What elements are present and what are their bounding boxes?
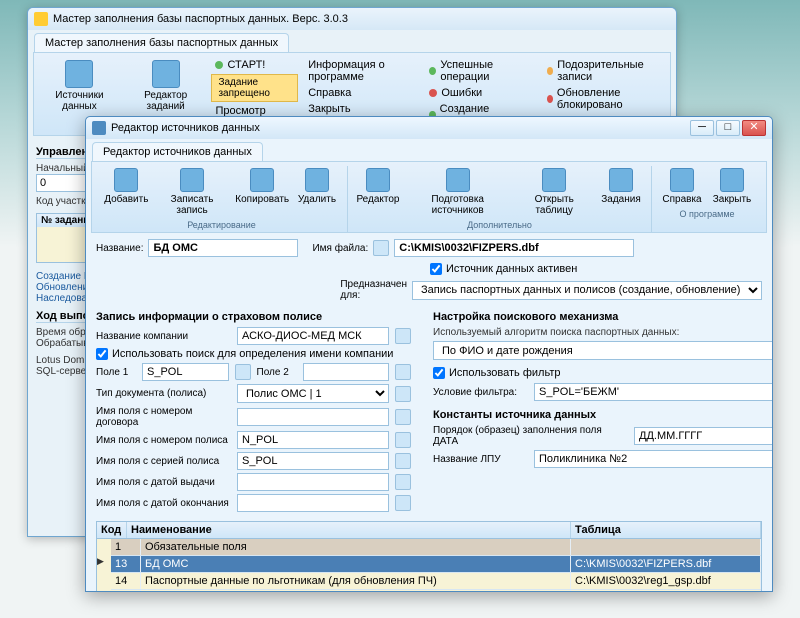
- table-row[interactable]: 14Паспортные данные по льготникам (для о…: [111, 573, 761, 590]
- ribbon-icon: [305, 168, 329, 192]
- log-update-blocked[interactable]: Обновление блокировано: [543, 86, 665, 112]
- company-input[interactable]: [237, 327, 389, 345]
- field-lookup-icon[interactable]: [395, 409, 411, 425]
- ribbon-icon: [609, 168, 633, 192]
- use-filter-checkbox[interactable]: Использовать фильтр: [433, 367, 772, 379]
- date-format-input[interactable]: [634, 427, 772, 445]
- win1-title-text: Мастер заполнения базы паспортных данных…: [53, 13, 348, 25]
- field2-icon[interactable]: [395, 364, 411, 380]
- field-input[interactable]: [237, 494, 389, 512]
- start-button[interactable]: СТАРТ!: [211, 58, 298, 72]
- table-row[interactable]: 13БД ОМСC:\KMIS\0032\FIZPERS.dbf: [111, 556, 761, 573]
- field-lookup-icon[interactable]: [395, 495, 411, 511]
- app-icon: [34, 12, 48, 26]
- active-checkbox[interactable]: Источник данных активен: [430, 263, 577, 275]
- ribbon-Редактор[interactable]: Редактор: [354, 166, 402, 218]
- ribbon-icon: [542, 168, 566, 192]
- filter-input[interactable]: [534, 383, 772, 401]
- field1-icon[interactable]: [235, 364, 251, 380]
- editor-ribbon: ДобавитьЗаписать записьКопироватьУдалить…: [91, 161, 767, 233]
- field-lookup-icon[interactable]: [395, 432, 411, 448]
- win2-titlebar[interactable]: Редактор источников данных ─ □ ✕: [86, 117, 772, 139]
- close-window-button[interactable]: ✕: [742, 120, 766, 136]
- field1-input[interactable]: [142, 363, 229, 381]
- win1-tab[interactable]: Мастер заполнения базы паспортных данных: [34, 33, 289, 52]
- ribbon-icon: [180, 168, 204, 192]
- ribbon-icon: [366, 168, 390, 192]
- ribbon-icon: [670, 168, 694, 192]
- table-row[interactable]: 1Обязательные поля: [111, 539, 761, 556]
- table-row[interactable]: 15Информация о документе льготыC:\KMIS\0…: [111, 590, 761, 591]
- purpose-select[interactable]: Запись паспортных данных и полисов (созд…: [412, 281, 762, 300]
- use-search-checkbox[interactable]: Использовать поиск для определения имени…: [96, 348, 411, 360]
- close-button[interactable]: Закрыть: [304, 102, 419, 116]
- algo-select[interactable]: По ФИО и дате рождения: [433, 341, 772, 360]
- field-input[interactable]: [237, 408, 389, 426]
- ribbon-Закрыть[interactable]: Закрыть: [708, 166, 756, 207]
- field-input[interactable]: [237, 431, 389, 449]
- source-name-input[interactable]: [148, 239, 298, 257]
- company-lookup-icon[interactable]: [395, 328, 411, 344]
- about-button[interactable]: Информация о программе: [304, 58, 419, 84]
- field-lookup-icon[interactable]: [395, 474, 411, 490]
- ribbon-icon: [446, 168, 470, 192]
- log-errors[interactable]: Ошибки: [425, 86, 536, 100]
- editor-icon: [92, 121, 106, 135]
- log-success[interactable]: Успешные операции: [425, 58, 536, 84]
- ribbon-Задания[interactable]: Задания: [597, 166, 645, 218]
- file-path-input[interactable]: [394, 239, 634, 257]
- sources-grid[interactable]: Код Наименование Таблица 1Обязательные п…: [96, 521, 762, 591]
- ribbon-Подготовка[interactable]: Подготовка источников: [404, 166, 511, 218]
- minimize-button[interactable]: ─: [690, 120, 714, 136]
- task-editor-button[interactable]: Редактор заданий: [126, 58, 206, 114]
- editor-window: Редактор источников данных ─ □ ✕ Редакто…: [85, 116, 773, 592]
- field-input[interactable]: [237, 473, 389, 491]
- ribbon-Открыть[interactable]: Открыть таблицу: [513, 166, 595, 218]
- win1-titlebar[interactable]: Мастер заполнения базы паспортных данных…: [28, 8, 676, 30]
- maximize-button[interactable]: □: [716, 120, 740, 136]
- field2-input[interactable]: [303, 363, 390, 381]
- start-counter-1[interactable]: [36, 174, 86, 192]
- doctype-icon[interactable]: [395, 386, 411, 402]
- log-suspicious[interactable]: Подозрительные записи: [543, 58, 665, 84]
- sources-button[interactable]: Источники данных: [39, 58, 120, 114]
- ribbon-Записать[interactable]: Записать запись: [153, 166, 232, 218]
- ribbon-Удалить[interactable]: Удалить: [293, 166, 341, 218]
- ribbon-icon: [250, 168, 274, 192]
- file-browse-icon[interactable]: [373, 240, 389, 256]
- help-button[interactable]: Справка: [304, 86, 419, 100]
- field-lookup-icon[interactable]: [395, 453, 411, 469]
- ribbon-icon: [114, 168, 138, 192]
- field-input[interactable]: [237, 452, 389, 470]
- ribbon-icon: [720, 168, 744, 192]
- doctype-select[interactable]: Полис ОМС | 1: [237, 384, 389, 403]
- ribbon-Копировать[interactable]: Копировать: [233, 166, 291, 218]
- lpu-input[interactable]: [534, 450, 772, 468]
- task-banned-badge: Задание запрещено: [211, 74, 298, 102]
- ribbon-Добавить[interactable]: Добавить: [102, 166, 151, 218]
- win2-tab[interactable]: Редактор источников данных: [92, 142, 263, 161]
- ribbon-Справка[interactable]: Справка: [658, 166, 706, 207]
